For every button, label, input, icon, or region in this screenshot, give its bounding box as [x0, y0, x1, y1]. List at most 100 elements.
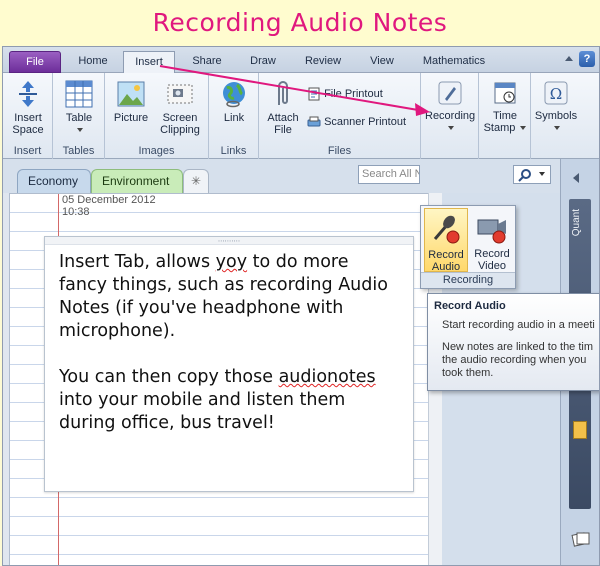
- unfiled-notes-icon[interactable]: [571, 531, 591, 547]
- record-audio-icon: [433, 215, 460, 244]
- search-scope-dropdown[interactable]: [513, 165, 551, 184]
- picture-button[interactable]: Picture: [109, 79, 153, 124]
- attach-file-button[interactable]: Attach File: [263, 79, 303, 136]
- link-button[interactable]: Link: [213, 79, 255, 124]
- help-icon[interactable]: ?: [579, 51, 595, 67]
- screen-clipping-icon: [167, 84, 193, 104]
- tooltip-text: Start recording audio in a meeti: [442, 319, 595, 331]
- record-video-button[interactable]: Record Video: [470, 208, 514, 272]
- collapse-sidebar-icon[interactable]: [573, 173, 579, 183]
- group-label-links: Links: [220, 145, 247, 157]
- group-insert: Insert Space Insert: [3, 73, 53, 159]
- calendar-clock-icon: [494, 82, 516, 104]
- microphone-pen-icon: [438, 81, 462, 105]
- table-icon: [65, 80, 93, 108]
- note-body[interactable]: Insert Tab, allows yoy to do more fancy …: [45, 245, 413, 464]
- page-time-text: 10:38: [62, 206, 90, 218]
- tooltip-title: Record Audio: [434, 300, 506, 312]
- page-date-text: 05 December 2012: [62, 194, 156, 206]
- page-date: 05 December 2012 10:38: [62, 194, 156, 218]
- search-icon: [518, 169, 545, 182]
- search-input[interactable]: Search All N: [358, 165, 420, 184]
- misspelled-word: yoy: [215, 252, 248, 272]
- new-section-tab[interactable]: ✳: [183, 169, 209, 193]
- tab-view[interactable]: View: [359, 51, 405, 73]
- ribbon-insert: Insert Space Insert Table Tables Picture…: [3, 73, 599, 159]
- time-stamp-button[interactable]: Time Stamp: [483, 79, 527, 134]
- recording-label: Recording: [425, 110, 476, 122]
- scanner-icon: [307, 116, 321, 127]
- file-printout-button[interactable]: File Printout: [307, 85, 383, 103]
- group-images: Picture Screen Clipping Images: [105, 73, 209, 159]
- recording-flyout: Record Audio Record Video Recording: [420, 205, 516, 289]
- record-audio-button[interactable]: Record Audio: [424, 208, 468, 273]
- section-tab-economy[interactable]: Economy: [17, 169, 91, 193]
- time-stamp-dropdown-icon: [520, 126, 527, 131]
- table-button[interactable]: Table: [57, 79, 101, 136]
- record-audio-label: Record Audio: [428, 249, 464, 273]
- tab-draw[interactable]: Draw: [239, 51, 287, 73]
- note-paragraph-1: Insert Tab, allows yoy to do more fancy …: [59, 251, 399, 343]
- note-container[interactable]: ∙∙∙∙∙∙∙∙∙∙ Insert Tab, allows yoy to do …: [44, 236, 414, 492]
- tab-share[interactable]: Share: [181, 51, 233, 73]
- link-globe-icon: [223, 82, 245, 108]
- tab-insert[interactable]: Insert: [123, 51, 175, 74]
- paperclip-icon: [278, 81, 288, 105]
- group-symbols: Ω Symbols: [531, 73, 581, 159]
- group-files: Attach File File Printout Scanner Printo…: [259, 73, 421, 159]
- insert-space-icon: [19, 81, 37, 107]
- group-label-files: Files: [327, 145, 352, 157]
- note-text: Insert Tab, allows: [59, 252, 216, 272]
- group-label-insert: Insert: [13, 145, 42, 157]
- picture-label: Picture: [113, 112, 149, 124]
- note-text: You can then copy those: [59, 367, 279, 387]
- scanner-printout-button[interactable]: Scanner Printout: [307, 113, 406, 131]
- tab-mathematics[interactable]: Mathematics: [413, 51, 495, 73]
- recording-button[interactable]: Recording: [425, 79, 475, 134]
- banner-title: Recording Audio Notes: [152, 8, 448, 37]
- omega-icon: Ω: [544, 81, 568, 105]
- table-dropdown-icon: [77, 128, 83, 133]
- symbols-button[interactable]: Ω Symbols: [533, 79, 579, 134]
- notebook-icon[interactable]: [573, 421, 587, 439]
- tooltip-text: took them.: [442, 367, 494, 379]
- link-label: Link: [223, 112, 245, 124]
- attach-file-label: Attach File: [267, 112, 299, 136]
- note-page[interactable]: 05 December 2012 10:38 ∙∙∙∙∙∙∙∙∙∙ Insert…: [9, 193, 429, 565]
- recording-dropdown-icon: [448, 126, 454, 131]
- screen-clipping-button[interactable]: Screen Clipping: [153, 79, 207, 136]
- group-time-stamp: Time Stamp: [479, 73, 531, 159]
- svg-text:Ω: Ω: [550, 85, 562, 103]
- group-tables: Table Tables: [53, 73, 105, 159]
- time-stamp-label: Time Stamp: [483, 110, 518, 134]
- insert-space-button[interactable]: Insert Space: [5, 79, 51, 136]
- ribbon-tabbar: File Home Insert Share Draw Review View …: [3, 47, 599, 74]
- insert-space-label: Insert Space: [12, 112, 44, 136]
- file-printout-label: File Printout: [324, 88, 383, 100]
- file-printout-icon: [308, 87, 320, 101]
- record-video-icon: [477, 219, 506, 244]
- scanner-printout-label: Scanner Printout: [324, 116, 406, 128]
- note-paragraph-2: You can then copy those audionotes into …: [59, 366, 399, 435]
- note-container-grip[interactable]: ∙∙∙∙∙∙∙∙∙∙: [45, 237, 413, 245]
- tab-review[interactable]: Review: [295, 51, 351, 73]
- group-recording: Recording: [421, 73, 479, 159]
- tooltip-text: the audio recording when you: [442, 354, 587, 366]
- symbols-label: Symbols: [534, 110, 578, 122]
- section-tab-bar: Economy Environment ✳ Search All N: [3, 159, 599, 193]
- record-audio-tooltip: Record Audio Start recording audio in a …: [427, 293, 599, 391]
- group-links: Link Links: [209, 73, 259, 159]
- section-tab-environment[interactable]: Environment: [91, 169, 183, 193]
- tab-home[interactable]: Home: [69, 51, 117, 73]
- tab-file[interactable]: File: [9, 51, 61, 73]
- group-label-images: Images: [138, 145, 175, 157]
- note-text: into your mobile and listen them during …: [59, 390, 346, 433]
- symbols-dropdown-icon: [554, 126, 560, 131]
- collapse-ribbon-icon[interactable]: [565, 56, 573, 61]
- picture-icon: [117, 81, 145, 107]
- sidebar-notebook-label: Quant: [571, 209, 582, 237]
- onenote-window: File Home Insert Share Draw Review View …: [2, 46, 600, 566]
- record-video-label: Record Video: [474, 248, 510, 272]
- misspelled-word: audionotes: [278, 367, 376, 387]
- table-label: Table: [65, 112, 93, 124]
